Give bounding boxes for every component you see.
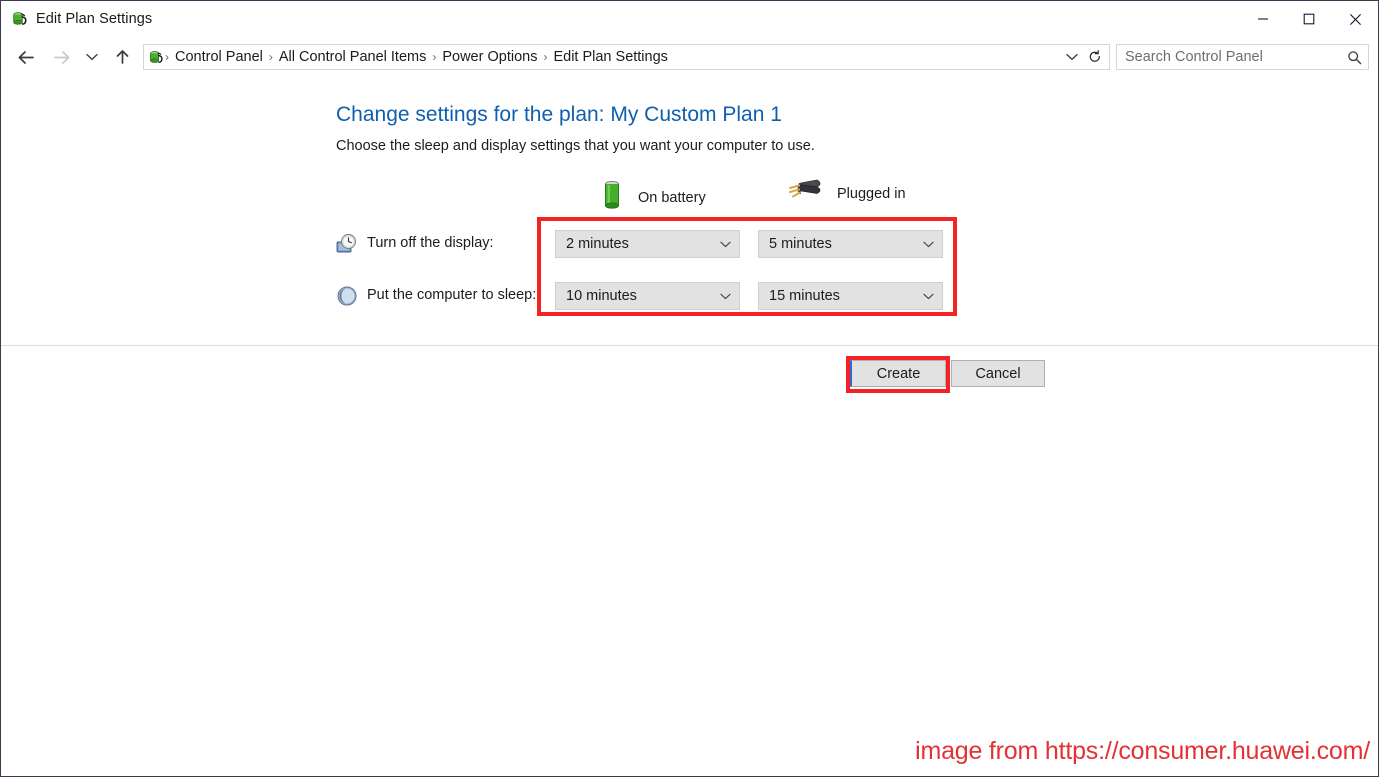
- edit-plan-settings-window: Edit Plan Settings › Control Panel › All…: [0, 0, 1379, 777]
- combo-turn-off-display-plugged-in[interactable]: 5 minutes: [758, 230, 943, 258]
- power-options-icon: [147, 49, 164, 66]
- create-button[interactable]: Create: [850, 360, 946, 387]
- setting-row-turn-off-display: Turn off the display: 2 minutes 5 minute…: [336, 230, 956, 260]
- back-arrow-icon: [18, 50, 34, 64]
- refresh-icon: [1089, 50, 1100, 62]
- maximize-icon: [1303, 13, 1315, 25]
- page-subtitle: Choose the sleep and display settings th…: [336, 138, 815, 154]
- setting-row-put-computer-to-sleep: Put the computer to sleep: 10 minutes 15…: [336, 282, 956, 312]
- address-bar: › Control Panel › All Control Panel Item…: [1, 37, 1378, 77]
- setting-label-turn-off-display: Turn off the display:: [367, 235, 494, 251]
- breadcrumb-item-all-control-panel-items[interactable]: All Control Panel Items: [274, 49, 431, 65]
- power-plug-icon: [787, 178, 825, 209]
- column-header-plugged-in: Plugged in: [787, 178, 906, 209]
- settings-content: Change settings for the plan: My Custom …: [1, 78, 1378, 345]
- breadcrumb-item-control-panel[interactable]: Control Panel: [170, 49, 268, 65]
- breadcrumb-item-edit-plan-settings[interactable]: Edit Plan Settings: [548, 49, 672, 65]
- combo-value-sleep-plugged-in: 15 minutes: [769, 288, 840, 304]
- combo-turn-off-display-on-battery[interactable]: 2 minutes: [555, 230, 740, 258]
- combo-value-sleep-on-battery: 10 minutes: [566, 288, 637, 304]
- up-one-level-button[interactable]: [107, 42, 137, 72]
- column-label-plugged-in: Plugged in: [837, 185, 906, 202]
- search-box[interactable]: [1116, 44, 1369, 70]
- sleep-moon-icon: [336, 285, 358, 307]
- back-button[interactable]: [11, 42, 41, 72]
- window-title: Edit Plan Settings: [36, 11, 153, 27]
- chevron-down-icon: [86, 53, 98, 61]
- breadcrumb[interactable]: › Control Panel › All Control Panel Item…: [143, 44, 1110, 70]
- maximize-button[interactable]: [1286, 1, 1332, 37]
- minimize-button[interactable]: [1240, 1, 1286, 37]
- combo-value-turn-off-display-plugged-in: 5 minutes: [769, 236, 832, 252]
- close-icon: [1349, 13, 1361, 25]
- search-input[interactable]: [1117, 49, 1340, 65]
- setting-label-put-computer-to-sleep: Put the computer to sleep:: [367, 287, 537, 303]
- power-options-icon: [10, 10, 28, 28]
- watermark-text: image from https://consumer.huawei.com/: [915, 737, 1370, 765]
- forward-arrow-icon: [54, 50, 70, 64]
- combo-value-turn-off-display-on-battery: 2 minutes: [566, 236, 629, 252]
- search-icon[interactable]: [1340, 45, 1368, 69]
- minimize-icon: [1258, 18, 1268, 20]
- forward-button: [47, 42, 77, 72]
- cancel-button[interactable]: Cancel: [951, 360, 1045, 387]
- up-arrow-icon: [116, 50, 128, 64]
- chevron-down-icon[interactable]: [720, 283, 731, 309]
- title-bar: Edit Plan Settings: [1, 1, 1378, 37]
- window-controls: [1240, 1, 1378, 37]
- chevron-down-icon[interactable]: [720, 231, 731, 257]
- column-header-on-battery: On battery: [598, 178, 706, 217]
- combo-sleep-plugged-in[interactable]: 15 minutes: [758, 282, 943, 310]
- breadcrumb-item-power-options[interactable]: Power Options: [437, 49, 542, 65]
- close-button[interactable]: [1332, 1, 1378, 37]
- chevron-down-icon[interactable]: [923, 231, 934, 257]
- footer-bar: Create Cancel image from https://consume…: [1, 346, 1378, 776]
- recent-locations-button[interactable]: [81, 42, 103, 72]
- chevron-down-icon: [1066, 53, 1078, 61]
- refresh-button[interactable]: [1083, 45, 1107, 69]
- breadcrumb-dropdown-button[interactable]: [1061, 45, 1083, 69]
- page-title: Change settings for the plan: My Custom …: [336, 103, 782, 126]
- combo-sleep-on-battery[interactable]: 10 minutes: [555, 282, 740, 310]
- column-label-on-battery: On battery: [638, 189, 706, 206]
- chevron-down-icon[interactable]: [923, 283, 934, 309]
- battery-icon: [598, 178, 626, 217]
- display-clock-icon: [336, 233, 358, 255]
